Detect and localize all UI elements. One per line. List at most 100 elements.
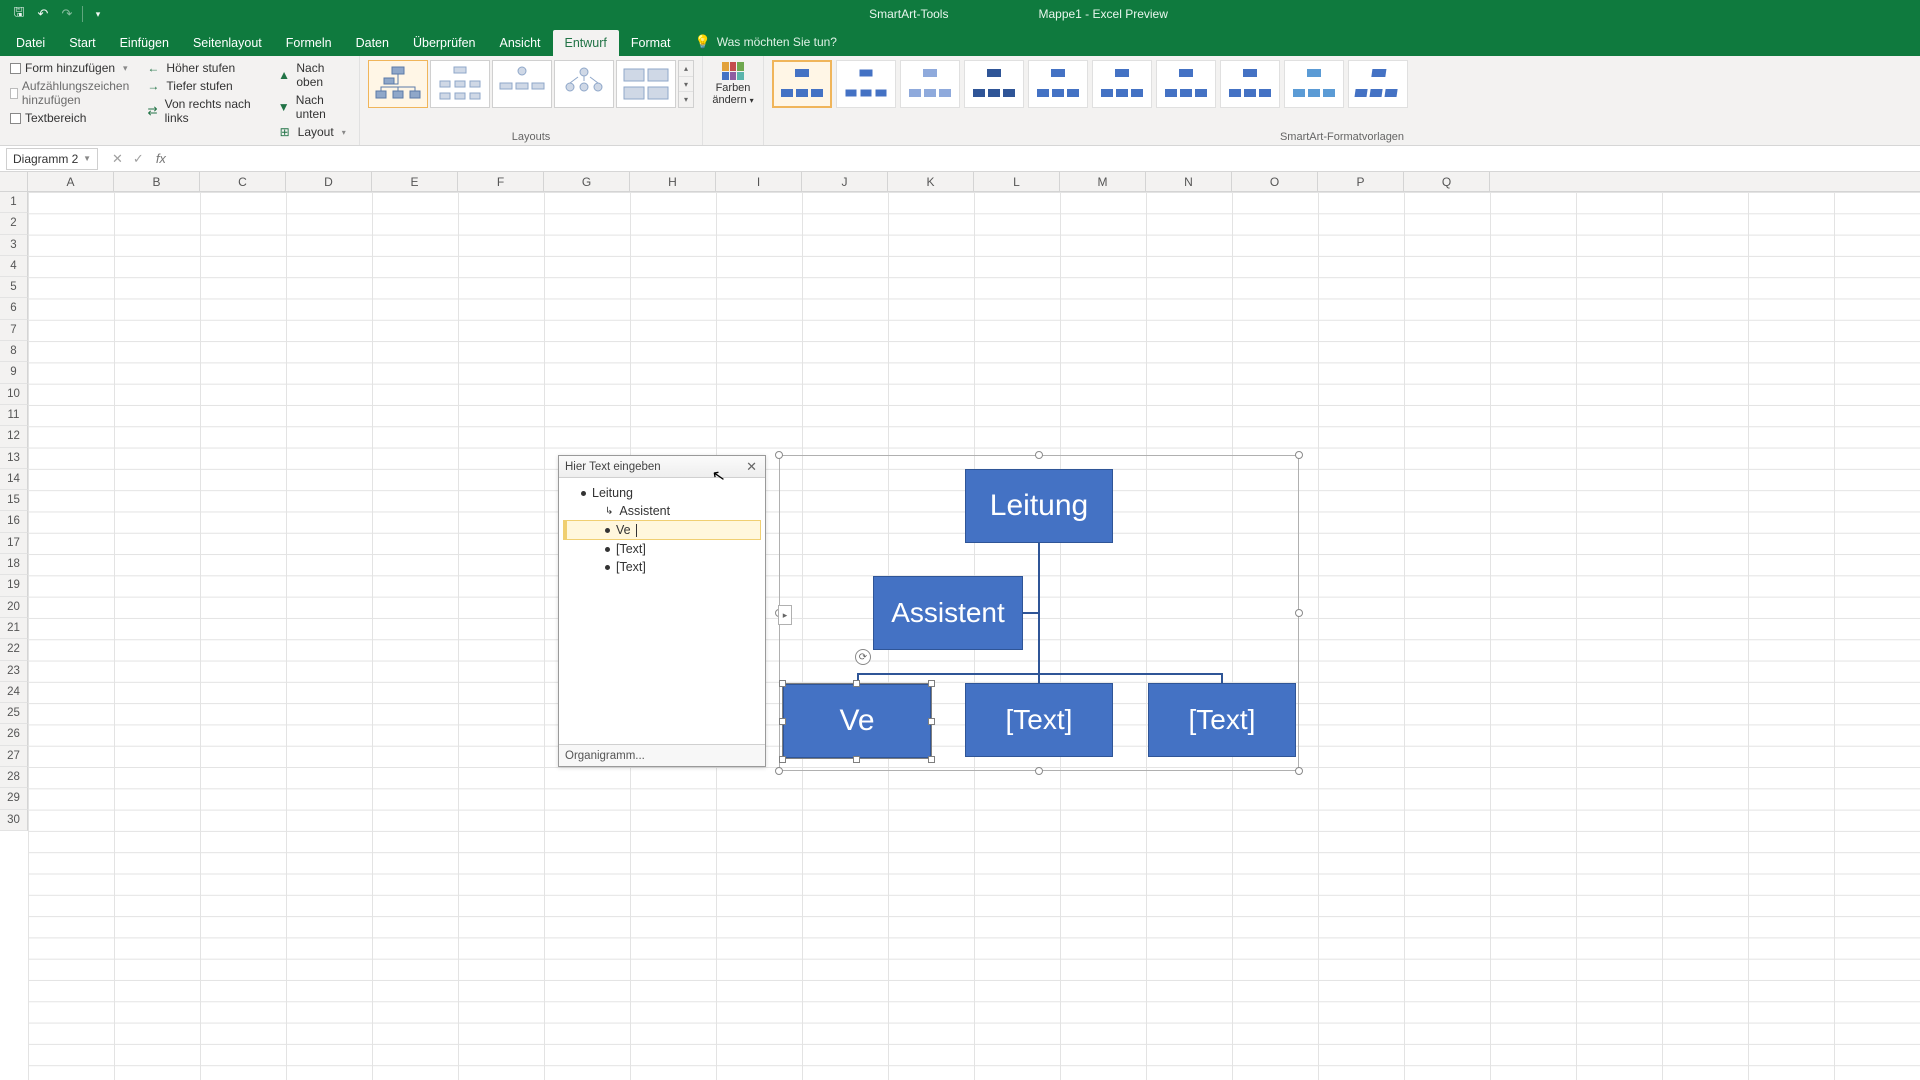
text-pane-item[interactable]: Leitung [563, 484, 761, 502]
node-ve-selected[interactable]: Ve [782, 683, 932, 759]
col-F[interactable]: F [458, 172, 544, 191]
row-1[interactable]: 1 [0, 192, 28, 213]
row-7[interactable]: 7 [0, 320, 28, 341]
tab-start[interactable]: Start [57, 30, 107, 56]
col-P[interactable]: P [1318, 172, 1404, 191]
close-icon[interactable]: ✕ [744, 459, 759, 475]
move-down-button[interactable]: ▼Nach unten [276, 92, 351, 122]
text-pane-item[interactable]: [Text] [563, 540, 761, 558]
row-28[interactable]: 28 [0, 767, 28, 788]
text-pane-item[interactable]: [Text] [563, 558, 761, 576]
resize-handle[interactable] [775, 767, 783, 775]
row-2[interactable]: 2 [0, 213, 28, 234]
style-thumb-3[interactable] [900, 60, 960, 108]
rotate-handle-icon[interactable]: ⟳ [855, 649, 871, 665]
row-24[interactable]: 24 [0, 682, 28, 703]
row-27[interactable]: 27 [0, 746, 28, 767]
col-I[interactable]: I [716, 172, 802, 191]
style-thumb-9[interactable] [1284, 60, 1344, 108]
col-H[interactable]: H [630, 172, 716, 191]
row-25[interactable]: 25 [0, 703, 28, 724]
resize-handle[interactable] [1295, 451, 1303, 459]
shape-handle[interactable] [853, 756, 860, 763]
row-21[interactable]: 21 [0, 618, 28, 639]
col-L[interactable]: L [974, 172, 1060, 191]
node-leitung[interactable]: Leitung [965, 469, 1113, 543]
shape-handle[interactable] [928, 680, 935, 687]
formula-input[interactable] [172, 148, 1920, 170]
tab-einfuegen[interactable]: Einfügen [108, 30, 181, 56]
style-thumb-5[interactable] [1028, 60, 1088, 108]
row-6[interactable]: 6 [0, 298, 28, 319]
text-pane-titlebar[interactable]: Hier Text eingeben ✕ [559, 456, 765, 478]
row-29[interactable]: 29 [0, 788, 28, 809]
add-shape-button[interactable]: Form hinzufügen▾ [8, 60, 134, 76]
tab-daten[interactable]: Daten [344, 30, 401, 56]
resize-handle[interactable] [1295, 609, 1303, 617]
col-G[interactable]: G [544, 172, 630, 191]
row-9[interactable]: 9 [0, 362, 28, 383]
resize-handle[interactable] [1295, 767, 1303, 775]
row-15[interactable]: 15 [0, 490, 28, 511]
col-A[interactable]: A [28, 172, 114, 191]
tab-entwurf[interactable]: Entwurf [553, 30, 619, 56]
row-13[interactable]: 13 [0, 448, 28, 469]
tell-me-search[interactable]: 💡 Was möchten Sie tun? [683, 28, 849, 56]
row-20[interactable]: 20 [0, 597, 28, 618]
node-text-2[interactable]: [Text] [1148, 683, 1296, 757]
node-text-1[interactable]: [Text] [965, 683, 1113, 757]
text-pane-body[interactable]: Leitung ↳Assistent Ve [Text] [Text] [559, 478, 765, 582]
rtl-button[interactable]: ⇄Von rechts nach links [144, 96, 265, 126]
layout-thumb-4[interactable] [554, 60, 614, 108]
layout-button[interactable]: ⊞Layout▾ [276, 124, 351, 140]
row-18[interactable]: 18 [0, 554, 28, 575]
worksheet-grid[interactable]: A B C D E F G H I J K L M N O P Q 123456… [0, 172, 1920, 1080]
style-thumb-4[interactable] [964, 60, 1024, 108]
tab-formeln[interactable]: Formeln [274, 30, 344, 56]
row-10[interactable]: 10 [0, 384, 28, 405]
text-pane-expand-icon[interactable]: ▸ [778, 605, 792, 625]
row-30[interactable]: 30 [0, 810, 28, 831]
tab-ansicht[interactable]: Ansicht [488, 30, 553, 56]
cancel-icon[interactable]: ✕ [112, 151, 123, 167]
select-all-corner[interactable] [0, 172, 28, 191]
shape-handle[interactable] [779, 718, 786, 725]
layout-thumb-5[interactable] [616, 60, 676, 108]
resize-handle[interactable] [1035, 767, 1043, 775]
row-5[interactable]: 5 [0, 277, 28, 298]
layout-thumb-3[interactable] [492, 60, 552, 108]
col-M[interactable]: M [1060, 172, 1146, 191]
change-colors-button[interactable]: Farbenändern ▾ [707, 60, 759, 108]
demote-button[interactable]: →Tiefer stufen [144, 78, 265, 94]
save-icon[interactable]: 🖫 [10, 5, 28, 23]
tab-seitenlayout[interactable]: Seitenlayout [181, 30, 274, 56]
text-pane-item[interactable]: ↳Assistent [563, 502, 761, 520]
col-C[interactable]: C [200, 172, 286, 191]
row-11[interactable]: 11 [0, 405, 28, 426]
row-17[interactable]: 17 [0, 533, 28, 554]
shape-handle[interactable] [779, 680, 786, 687]
col-D[interactable]: D [286, 172, 372, 191]
col-K[interactable]: K [888, 172, 974, 191]
style-thumb-1[interactable] [772, 60, 832, 108]
layouts-scroll[interactable]: ▴▾▾ [678, 60, 694, 108]
smartart-object[interactable]: ▸ ⟳ Leitung Assistent Ve [Text] [Text] [779, 455, 1299, 771]
row-22[interactable]: 22 [0, 639, 28, 660]
smartart-text-pane[interactable]: Hier Text eingeben ✕ Leitung ↳Assistent … [558, 455, 766, 767]
layout-thumb-2[interactable] [430, 60, 490, 108]
layout-thumb-1[interactable] [368, 60, 428, 108]
row-26[interactable]: 26 [0, 724, 28, 745]
style-thumb-6[interactable] [1092, 60, 1152, 108]
row-3[interactable]: 3 [0, 235, 28, 256]
col-J[interactable]: J [802, 172, 888, 191]
style-thumb-2[interactable] [836, 60, 896, 108]
row-12[interactable]: 12 [0, 426, 28, 447]
resize-handle[interactable] [1035, 451, 1043, 459]
confirm-icon[interactable]: ✓ [133, 151, 144, 167]
style-thumb-10[interactable] [1348, 60, 1408, 108]
shape-handle[interactable] [928, 756, 935, 763]
row-14[interactable]: 14 [0, 469, 28, 490]
promote-button[interactable]: ←Höher stufen [144, 60, 265, 76]
text-pane-item-selected[interactable]: Ve [563, 520, 761, 540]
style-thumb-7[interactable] [1156, 60, 1216, 108]
